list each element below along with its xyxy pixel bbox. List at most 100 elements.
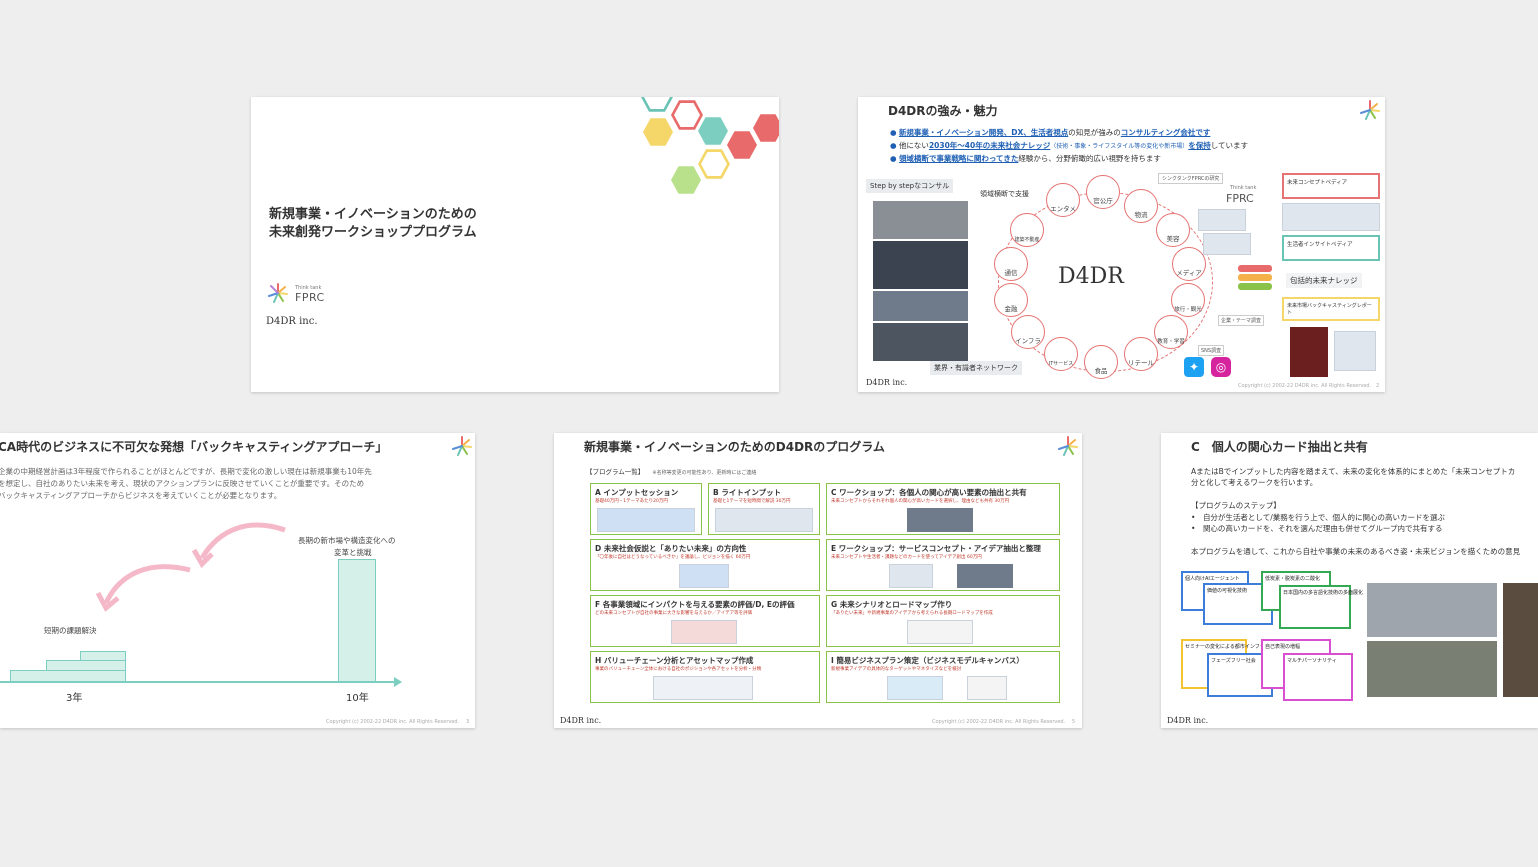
page-number: 2 xyxy=(1376,383,1380,389)
backcasting-report-doc: 未来市場バックキャスティングレポート xyxy=(1282,297,1380,321)
ring-ryoko: 旅行・観光 xyxy=(1171,283,1205,317)
ring-kenchiku: 建築不動産 xyxy=(1010,213,1044,247)
workshop-photo-1 xyxy=(1367,583,1497,637)
strength-bullet-2: ● 他にない2030年〜40年の未来社会ナレッジ（技術・事象・ライフスタイル等の… xyxy=(890,141,1249,150)
slide5-step-1: • 自分が生活者として/業務を行う上で、個人的に関心の高いカードを選ぶ xyxy=(1191,513,1445,522)
long-term-label-1: 長期の新市場や構造変化への xyxy=(298,536,396,545)
network-label: 業界・有識者ネットワーク xyxy=(930,361,1022,375)
concept-card-8: マルチパーソナリティ xyxy=(1283,653,1353,701)
hex-red xyxy=(753,114,779,142)
timeline-arrow-icon xyxy=(394,677,402,687)
concept-pedia-doc: 未来コンセプトペディア xyxy=(1282,173,1380,199)
backcasting-arrows xyxy=(95,522,286,612)
slide-thumbnail-3[interactable]: CA時代のビジネスに不可欠な発想「バックキャスティングアプローチ」 企業の中期経… xyxy=(0,433,475,728)
ring-entame: エンタメ xyxy=(1046,183,1080,217)
twitter-icon: ✦ xyxy=(1184,357,1204,377)
strength-bullet-3: ● 領域横断で事業戦略に関わってきた経験から、分野俯瞰的広い視野を持ちます xyxy=(890,154,1161,163)
ring-kankocho: 官公庁 xyxy=(1086,175,1120,209)
think-tank-small: Think tank xyxy=(1230,185,1257,191)
slide5-outro: 本プログラムを通して、これから自社や事業の未来のあるべき姿・未来ビジョンを描くた… xyxy=(1191,547,1521,556)
short-term-label: 短期の課題解決 xyxy=(44,626,97,635)
burst-icon xyxy=(452,436,472,456)
cross-domain-label: 領域横断で支援 xyxy=(976,187,1033,201)
ring-tsushin: 通信 xyxy=(994,247,1028,281)
hex-red-2 xyxy=(727,131,757,159)
insight-pedia-doc: 生活者インサイトペディア xyxy=(1282,235,1380,261)
timeline-axis xyxy=(0,681,396,683)
slide2-title: D4DRの強み・魅力 xyxy=(888,104,998,118)
knowledge-label: 包括的未来ナレッジ xyxy=(1286,273,1362,288)
x-label-3yr: 3年 xyxy=(66,693,83,704)
research-doc-2 xyxy=(1203,233,1251,255)
slides-grid-view: 新規事業・イノベーションのための 未来創発ワークショッププログラム Think … xyxy=(0,0,1538,867)
company-theme-label: 企業・テーマ調査 xyxy=(1218,315,1265,326)
hex-outline-yellow xyxy=(698,149,730,179)
consulting-photo-1 xyxy=(873,201,968,239)
program-i: I 簡易ビジネスプラン策定（ビジネスモデルキャンバス） 新規事業アイデアの具体的… xyxy=(826,651,1060,703)
program-list-label: 【プログラム一覧】 ※名称等変更の可能性あり、更新時にはご連絡 xyxy=(586,468,757,476)
long-term-bar xyxy=(338,559,376,682)
ring-kyoiku: 教育・学習 xyxy=(1154,315,1188,349)
slide1-title-line1: 新規事業・イノベーションのための xyxy=(269,207,477,222)
slide3-body-line2: を想定し、自社のありたい未来を考え、現状のアクションプランに反映させていくことが… xyxy=(0,479,365,488)
d4dr-logo: D4DR inc. xyxy=(560,716,602,725)
consulting-photo-2 xyxy=(873,241,968,289)
sns-label: SNS調査 xyxy=(1198,345,1225,356)
think-tank-label: シンクタンクFPRCの研究 xyxy=(1158,173,1224,184)
consulting-photo-4 xyxy=(873,323,968,361)
slide-thumbnail-2[interactable]: D4DRの強み・魅力 ● 新規事業・イノベーション開発、DX、生活者視点の知見が… xyxy=(858,97,1385,392)
long-term-label-2: 変革と挑戦 xyxy=(334,548,372,557)
x-label-10yr: 10年 xyxy=(346,693,369,704)
slide5-intro-line1: AまたはBでインプットした内容を踏まえて、未来の変化を体系的にまとめた「未来コン… xyxy=(1191,467,1516,476)
slide5-title: C 個人の関心カード抽出と共有 xyxy=(1191,440,1368,454)
slide-thumbnail-5[interactable]: C 個人の関心カード抽出と共有 AまたはBでインプットした内容を踏まえて、未来の… xyxy=(1161,433,1538,728)
copyright-text: Copyright (c) 2002-22 D4DR inc. All Righ… xyxy=(932,719,1066,725)
ring-biyou: 美容 xyxy=(1156,213,1190,247)
burst-icon xyxy=(1058,436,1078,456)
program-c: C ワークショップ：各個人の関心が高い要素の抽出と共有 未来コンセプトからそれぞ… xyxy=(826,483,1060,535)
database-icon xyxy=(1238,265,1272,295)
step-by-step-label: Step by stepなコンサル xyxy=(866,179,954,193)
ring-kinyu: 金融 xyxy=(994,283,1028,317)
slide1-title-line2: 未来創発ワークショッププログラム xyxy=(269,225,477,240)
page-number: 3 xyxy=(466,719,470,725)
fprc-burst-icon xyxy=(268,283,288,303)
d4dr-center-logo: D4DR xyxy=(1058,264,1124,289)
strength-bullet-1: ● 新規事業・イノベーション開発、DX、生活者視点の知見が強みのコンサルティング… xyxy=(890,128,1211,137)
slide4-title: 新規事業・イノベーションのためのD4DRのプログラム xyxy=(584,440,885,454)
slide5-steps-label: 【プログラムのステップ】 xyxy=(1191,501,1281,510)
slide5-step-2: • 関心の高いカードを、それを選んだ理由も併せてグループ内で共有する xyxy=(1191,524,1443,533)
book-cover xyxy=(1290,327,1328,377)
program-g: G 未来シナリオとロードマップ作り 「ありたい未来」や新規事業のアイデアから考え… xyxy=(826,595,1060,647)
slide3-body-line3: バックキャスティングアプローチからビジネスを考えていくことが必要となります。 xyxy=(0,491,282,500)
slide-thumbnail-1[interactable]: 新規事業・イノベーションのための 未来創発ワークショッププログラム Think … xyxy=(251,97,779,392)
program-a: A インプットセッション 基礎40万円・1テーマあたり20万円 xyxy=(590,483,702,535)
slide3-title: CA時代のビジネスに不可欠な発想「バックキャスティングアプローチ」 xyxy=(0,440,388,454)
hex-green xyxy=(671,166,701,194)
doc-preview xyxy=(1282,203,1380,231)
ring-butsuryu: 物流 xyxy=(1124,189,1158,223)
research-doc-1 xyxy=(1198,209,1246,231)
instagram-icon: ◎ xyxy=(1211,357,1231,377)
d4dr-logo: D4DR inc. xyxy=(1167,716,1209,725)
slide5-intro-line2: 分と化して考えるワークを行います。 xyxy=(1191,478,1318,487)
program-b: B ライトインプット 基礎と1テーマを短時間で解説 30万円 xyxy=(708,483,820,535)
fprc-logo-text: FPRC xyxy=(295,291,325,304)
hex-teal xyxy=(698,117,728,145)
copyright-text: Copyright (c) 2002-22 D4DR inc. All Righ… xyxy=(326,719,460,725)
program-e: E ワークショップ：サービスコンセプト・アイデア抽出と整理 未来コンセプトや生活… xyxy=(826,539,1060,591)
slide3-body-line1: 企業の中期経営計画は3年程度で作られることがほとんどですが、長期で変化の激しい現… xyxy=(0,467,372,476)
program-d: D 未来社会仮説と「ありたい未来」の方向性 「〇年後に自社はどうなっているべきか… xyxy=(590,539,820,591)
slide-thumbnail-4[interactable]: 新規事業・イノベーションのためのD4DRのプログラム 【プログラム一覧】 ※名称… xyxy=(554,433,1082,728)
burst-icon xyxy=(1360,100,1380,120)
program-f: F 各事業領域にインパクトを与える要素の評価/D, Eの評価 どの未来コンセプト… xyxy=(590,595,820,647)
workshop-photo-3 xyxy=(1503,583,1538,697)
concept-card-4: 日本国内の多言語化技術の多面展化 xyxy=(1279,585,1363,629)
page-number: 5 xyxy=(1072,719,1076,725)
think-tank-fprc: FPRC xyxy=(1226,192,1254,205)
program-h: H バリューチェーン分析とアセットマップ作成 事業のバリューチェーン全体における… xyxy=(590,651,820,703)
consulting-photo-3 xyxy=(873,291,968,321)
book-preview xyxy=(1334,331,1376,371)
ring-it: ITサービス xyxy=(1044,337,1078,371)
d4dr-logo: D4DR inc. xyxy=(266,316,318,327)
